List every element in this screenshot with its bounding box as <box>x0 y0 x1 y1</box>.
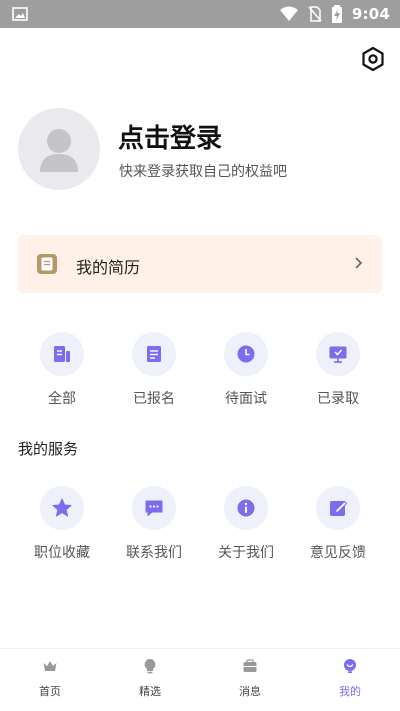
service-icon-circle <box>40 486 84 530</box>
status-bar: 9:04 <box>0 0 400 28</box>
service-item-feedback[interactable]: 意见反馈 <box>292 486 384 572</box>
app-icon-circle <box>316 332 360 376</box>
service-item-favorites[interactable]: 职位收藏 <box>16 486 108 572</box>
app-item-admitted[interactable]: 已录取 <box>292 332 384 418</box>
tab-mine[interactable]: 我的 <box>300 649 400 711</box>
monitor-icon <box>329 346 347 363</box>
wifi-icon <box>279 6 298 21</box>
tab-label: 首页 <box>39 685 61 698</box>
tab-home[interactable]: 首页 <box>0 649 100 711</box>
app-item-label: 待面试 <box>225 391 267 407</box>
app-icon-circle <box>224 332 268 376</box>
app-item-interview[interactable]: 待面试 <box>200 332 292 418</box>
app-icon-circle <box>132 332 176 376</box>
edit-icon <box>330 500 348 516</box>
app-item-label: 已录取 <box>317 391 359 407</box>
chevron-right-icon <box>355 257 363 269</box>
tab-featured[interactable]: 精选 <box>100 649 200 711</box>
service-icon-circle <box>224 486 268 530</box>
default-avatar-icon <box>40 129 78 172</box>
login-title[interactable]: 点击登录 <box>118 118 222 155</box>
service-item-about[interactable]: 关于我们 <box>200 486 292 572</box>
status-icons: 9:04 <box>279 4 390 24</box>
document-icon <box>54 346 70 362</box>
app-item-label: 已报名 <box>133 391 175 407</box>
login-subtitle: 快来登录获取自己的权益吧 <box>119 164 287 180</box>
image-icon <box>12 7 28 21</box>
services-title: 我的服务 <box>18 440 79 458</box>
chat-icon <box>145 500 163 516</box>
star-icon <box>52 498 72 517</box>
service-icon-circle <box>132 486 176 530</box>
resume-icon <box>37 254 57 274</box>
service-item-label: 关于我们 <box>218 545 274 561</box>
app-item-label: 全部 <box>48 391 76 407</box>
bulb-icon <box>144 659 156 674</box>
clock-icon <box>237 345 255 363</box>
application-status-row: 全部 已报名 待面试 已录取 <box>0 332 400 418</box>
resume-label: 我的简历 <box>76 258 141 277</box>
message-box-icon <box>243 659 257 672</box>
tab-label: 消息 <box>239 685 261 698</box>
no-sim-icon <box>308 6 322 22</box>
app-item-all[interactable]: 全部 <box>16 332 108 418</box>
services-row: 职位收藏 联系我们 关于我们 意见反馈 <box>0 486 400 572</box>
tab-label: 精选 <box>139 685 161 698</box>
battery-charging-icon <box>331 5 342 23</box>
service-item-label: 意见反馈 <box>310 545 366 561</box>
crown-icon <box>43 661 57 671</box>
info-icon <box>237 499 255 517</box>
status-time: 9:04 <box>351 5 390 23</box>
service-item-contact[interactable]: 联系我们 <box>108 486 200 572</box>
service-item-label: 联系我们 <box>126 545 182 561</box>
service-icon-circle <box>316 486 360 530</box>
app-item-registered[interactable]: 已报名 <box>108 332 200 418</box>
resume-card[interactable]: 我的简历 <box>18 235 382 293</box>
bottom-tab-bar: 首页 精选 消息 我的 <box>0 648 400 711</box>
tab-label: 我的 <box>339 685 361 698</box>
gear-icon[interactable] <box>360 46 386 72</box>
profile-icon <box>344 659 356 673</box>
avatar[interactable] <box>18 108 100 190</box>
service-item-label: 职位收藏 <box>34 545 90 561</box>
list-icon <box>147 346 161 362</box>
tab-messages[interactable]: 消息 <box>200 649 300 711</box>
app-icon-circle <box>40 332 84 376</box>
